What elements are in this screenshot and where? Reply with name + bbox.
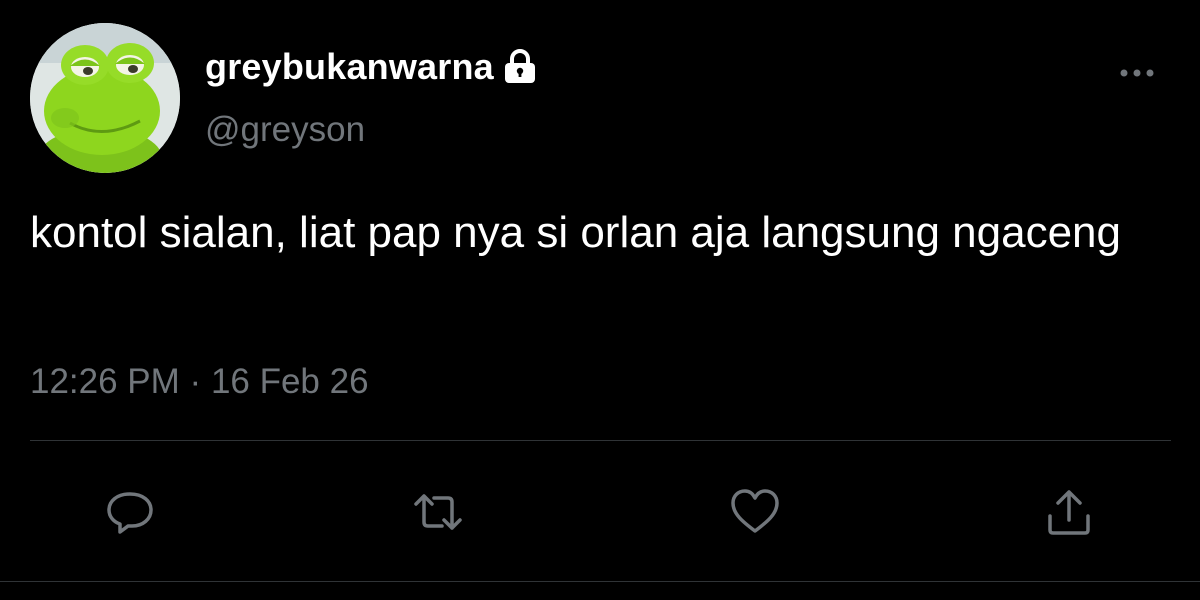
retweet-button[interactable]: [412, 486, 464, 538]
tweet-date[interactable]: 16 Feb 26: [211, 362, 369, 401]
lock-icon: [502, 49, 538, 85]
divider: [30, 440, 1171, 441]
timestamp: 12:26 PM · 16 Feb 26: [30, 362, 369, 402]
reply-button[interactable]: [104, 486, 156, 538]
like-button[interactable]: [729, 486, 781, 538]
retweet-icon: [414, 494, 462, 530]
frog-avatar-icon: [30, 23, 180, 173]
timestamp-separator: ·: [189, 362, 202, 401]
tweet-text: kontol sialan, liat pap nya si orlan aja…: [30, 208, 1121, 257]
bottom-divider: [0, 581, 1200, 582]
tweet-container: greybukanwarna @greyson kontol sialan, l…: [0, 0, 1200, 600]
user-handle[interactable]: @greyson: [205, 110, 365, 150]
share-icon: [1048, 490, 1090, 535]
share-button[interactable]: [1043, 486, 1095, 538]
tweet-time[interactable]: 12:26 PM: [30, 362, 180, 401]
display-name-row: greybukanwarna: [205, 46, 538, 88]
display-name[interactable]: greybukanwarna: [205, 46, 494, 88]
reply-icon: [107, 492, 153, 534]
heart-icon: [731, 489, 779, 533]
avatar[interactable]: [30, 23, 180, 173]
more-dots-icon[interactable]: [1112, 58, 1162, 88]
